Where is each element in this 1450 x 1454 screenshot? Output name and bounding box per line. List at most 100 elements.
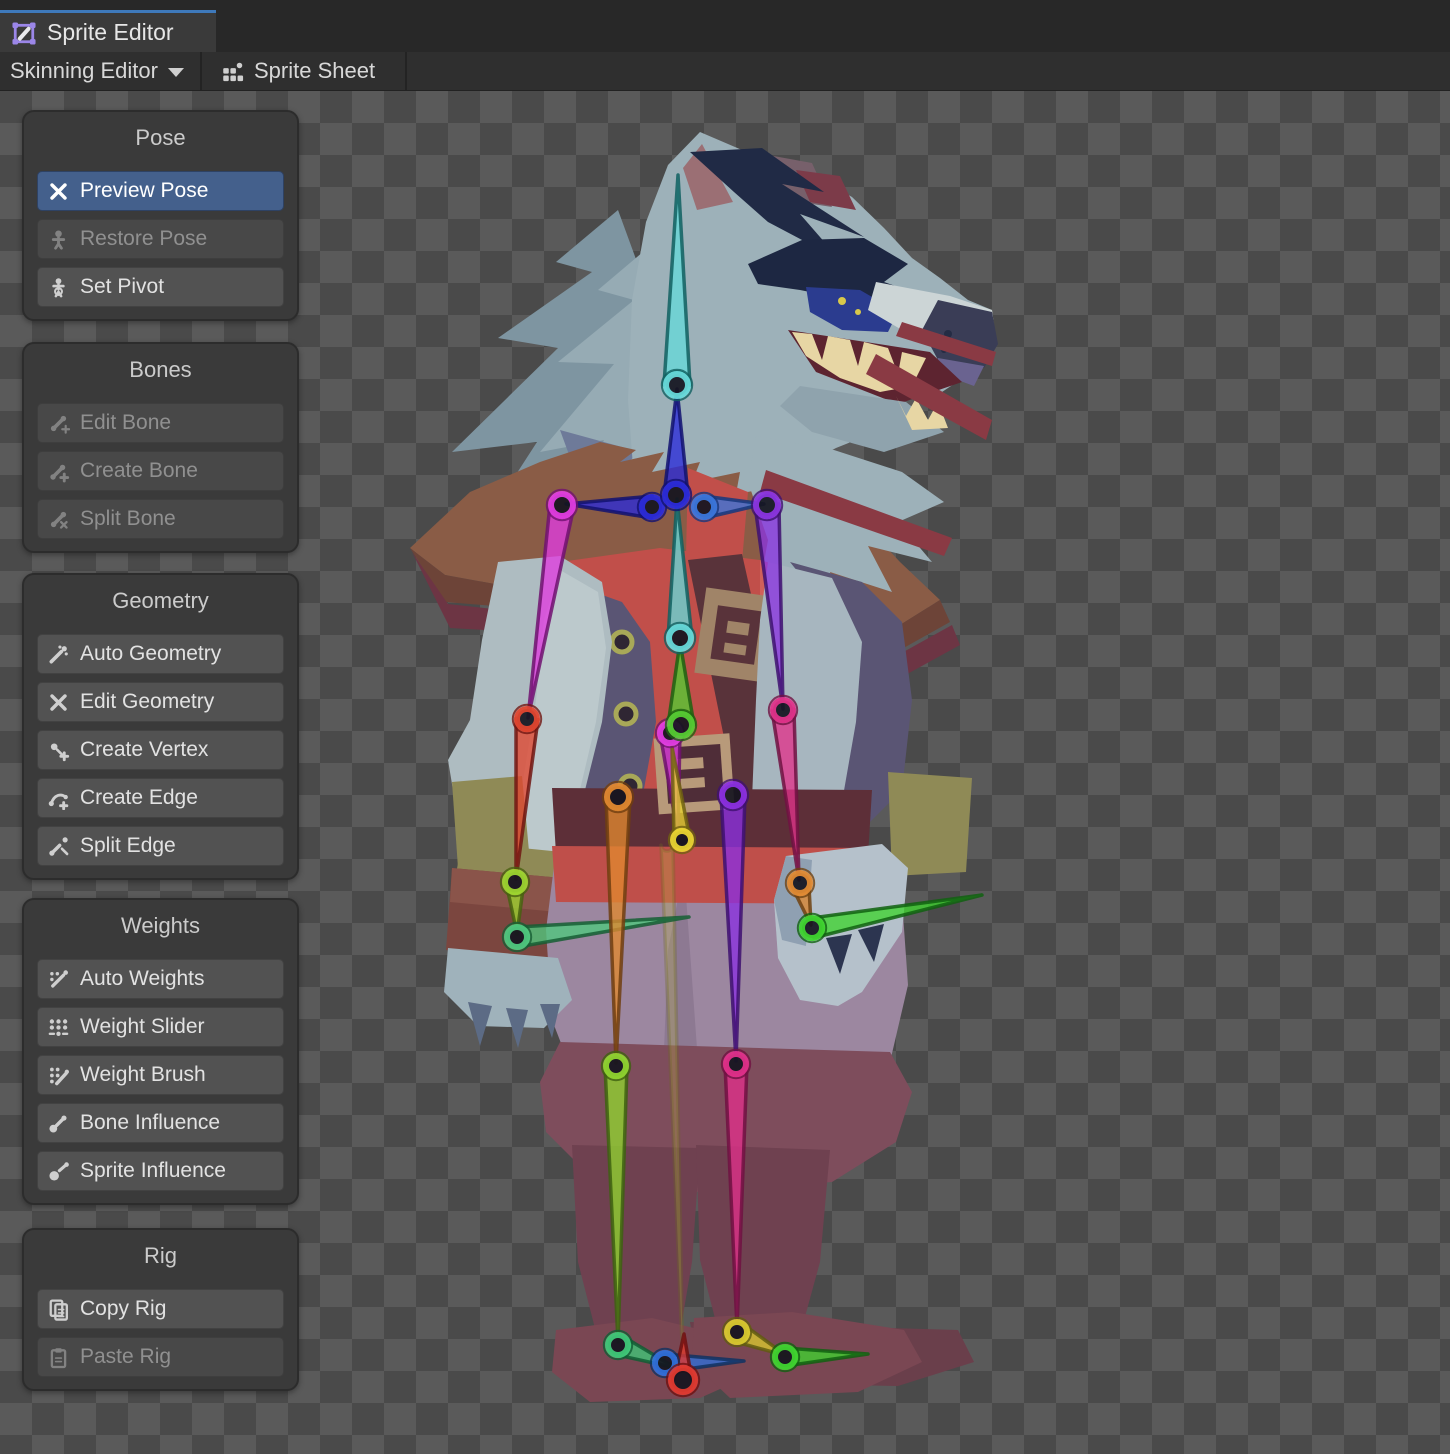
bone-right-forearm[interactable]	[772, 709, 799, 880]
tab-sprite-editor[interactable]: Sprite Editor	[0, 10, 216, 52]
button-label: Auto Weights	[80, 967, 205, 991]
button-label: Copy Rig	[80, 1297, 166, 1321]
joint-right-upper-arm[interactable]	[756, 494, 778, 516]
button-label: Edit Bone	[80, 411, 171, 435]
panel-title-pose: Pose	[37, 122, 284, 154]
joint-spine[interactable]	[669, 627, 691, 649]
skinning-toolbar: Skinning Editor Sprite Sheet	[0, 52, 1450, 91]
joint-right-toes[interactable]	[775, 1347, 795, 1367]
split-edge-button[interactable]: Split Edge	[37, 826, 284, 866]
bone-left-forearm[interactable]	[516, 718, 538, 879]
bone-spine[interactable]	[668, 499, 692, 638]
joint-right-shin[interactable]	[726, 1054, 746, 1074]
split-bone-button: Split Bone	[37, 499, 284, 539]
bone-left-upper-arm[interactable]	[528, 503, 574, 718]
button-label: Restore Pose	[80, 227, 207, 251]
bone-left-shin[interactable]	[605, 1066, 627, 1342]
joint-right-forearm[interactable]	[773, 700, 793, 720]
bone-right-thigh[interactable]	[721, 795, 745, 1061]
button-label: Create Bone	[80, 459, 198, 483]
set-pivot-button[interactable]: Set Pivot	[37, 267, 284, 307]
edit-geometry-button[interactable]: Edit Geometry	[37, 682, 284, 722]
joint-tail-2[interactable]	[673, 831, 691, 849]
button-label: Edit Geometry	[80, 690, 214, 714]
dots-grid-icon	[47, 1016, 70, 1039]
panel-pose: Pose Preview Pose Restore Pose Set Pivot	[22, 110, 299, 321]
preview-pose-button[interactable]: Preview Pose	[37, 171, 284, 211]
dots-wand-icon	[47, 968, 70, 991]
bone-head[interactable]	[664, 175, 690, 385]
joint-left-clavicle[interactable]	[642, 497, 662, 517]
chevron-down-icon	[168, 68, 184, 77]
sprite-influence-button[interactable]: Sprite Influence	[37, 1151, 284, 1191]
paste-icon	[47, 1346, 70, 1369]
sprite-editor-icon	[10, 19, 38, 47]
bone-right-upper-arm[interactable]	[755, 504, 783, 709]
bone-influence-icon	[47, 1112, 70, 1135]
weight-brush-button[interactable]: Weight Brush	[37, 1055, 284, 1095]
joint-head[interactable]	[666, 374, 688, 396]
toolbar-separator	[405, 52, 407, 90]
button-label: Auto Geometry	[80, 642, 221, 666]
bone-right-shin[interactable]	[725, 1064, 747, 1328]
button-label: Bone Influence	[80, 1111, 220, 1135]
create-vertex-button[interactable]: Create Vertex	[37, 730, 284, 770]
edge-plus-icon	[47, 787, 70, 810]
person-pivot-icon	[47, 276, 70, 299]
skinning-editor-dropdown[interactable]: Skinning Editor	[0, 52, 200, 90]
sprite-sheet-label: Sprite Sheet	[254, 58, 375, 84]
button-label: Sprite Influence	[80, 1159, 226, 1183]
joint-neck[interactable]	[665, 484, 687, 506]
sprite-sheet-icon	[220, 58, 246, 84]
tab-bar: Sprite Editor	[0, 0, 1450, 53]
joint-right-fingers[interactable]	[802, 918, 822, 938]
joint-left-forearm[interactable]	[517, 709, 537, 729]
button-label: Create Edge	[80, 786, 198, 810]
panel-title-geometry: Geometry	[37, 585, 284, 617]
create-edge-button[interactable]: Create Edge	[37, 778, 284, 818]
joint-left-upper-arm[interactable]	[551, 494, 573, 516]
edit-bone-button: Edit Bone	[37, 403, 284, 443]
button-label: Weight Brush	[80, 1063, 206, 1087]
joint-left-shin[interactable]	[606, 1056, 626, 1076]
button-label: Paste Rig	[80, 1345, 171, 1369]
panel-title-rig: Rig	[37, 1240, 284, 1272]
copy-rig-button[interactable]: Copy Rig	[37, 1289, 284, 1329]
skinning-editor-label: Skinning Editor	[10, 58, 158, 84]
weight-slider-button[interactable]: Weight Slider	[37, 1007, 284, 1047]
panel-title-bones: Bones	[37, 354, 284, 386]
joint-left-thigh[interactable]	[607, 786, 629, 808]
joint-left-hand[interactable]	[505, 872, 525, 892]
restore-pose-button: Restore Pose	[37, 219, 284, 259]
bone-left-thigh[interactable]	[606, 797, 630, 1063]
button-label: Set Pivot	[80, 275, 164, 299]
joint-right-foot[interactable]	[727, 1322, 747, 1342]
tools-icon	[47, 180, 70, 203]
auto-weights-button[interactable]: Auto Weights	[37, 959, 284, 999]
auto-geometry-button[interactable]: Auto Geometry	[37, 634, 284, 674]
button-label: Split Bone	[80, 507, 176, 531]
sparkle-wand-icon	[47, 643, 70, 666]
sprite-editor-window: Pose Preview Pose Restore Pose Set Pivot Bon…	[0, 0, 1450, 1454]
tab-title: Sprite Editor	[47, 19, 174, 46]
button-label: Create Vertex	[80, 738, 208, 762]
create-bone-button: Create Bone	[37, 451, 284, 491]
panel-rig: Rig Copy Rig Paste Rig	[22, 1228, 299, 1391]
joint-left-foot[interactable]	[608, 1335, 628, 1355]
joint-right-thigh[interactable]	[722, 784, 744, 806]
bone-influence-button[interactable]: Bone Influence	[37, 1103, 284, 1143]
joint-left-fingers[interactable]	[507, 927, 527, 947]
button-label: Preview Pose	[80, 179, 208, 203]
bone-right-fingers[interactable]	[810, 895, 982, 938]
copy-icon	[47, 1298, 70, 1321]
joint-right-clavicle[interactable]	[694, 497, 714, 517]
joint-hips[interactable]	[670, 714, 692, 736]
sprite-sheet-button[interactable]: Sprite Sheet	[202, 52, 405, 90]
edge-split-icon	[47, 835, 70, 858]
panel-title-weights: Weights	[37, 910, 284, 942]
joint-root[interactable]	[671, 1368, 695, 1392]
bone-split-icon	[47, 508, 70, 531]
button-label: Weight Slider	[80, 1015, 205, 1039]
joint-right-hand[interactable]	[790, 873, 810, 893]
bone-move-icon	[47, 412, 70, 435]
